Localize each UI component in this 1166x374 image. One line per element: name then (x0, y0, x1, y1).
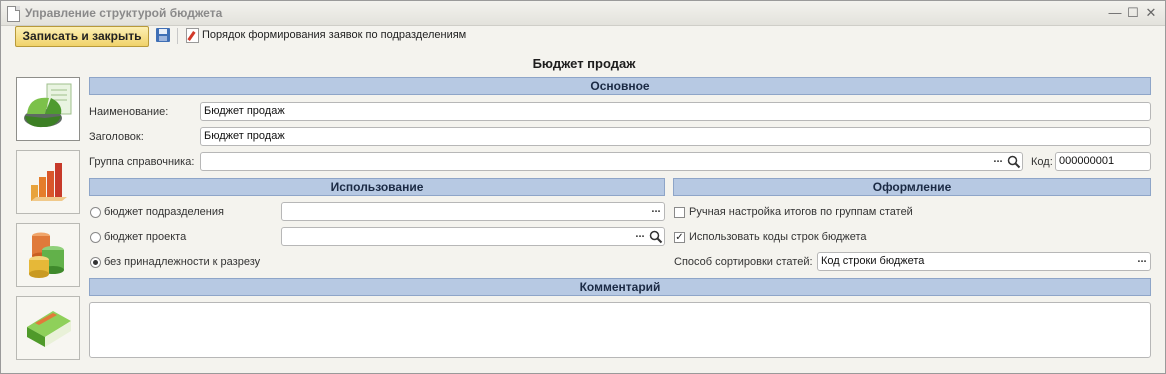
radio-project-budget[interactable] (90, 232, 101, 243)
sort-method-label: Способ сортировки статей: (674, 256, 813, 268)
bar-chart-icon (31, 163, 67, 201)
sort-method-value: Код строки бюджета (821, 255, 925, 267)
project-field[interactable]: ... (281, 227, 665, 246)
sort-method-select-button[interactable]: ... (1135, 254, 1149, 269)
toolbar-separator (177, 28, 178, 44)
title-bar: Управление структурой бюджета — ☐ ✕ (1, 1, 1165, 26)
radio-project-budget-label[interactable]: бюджет проекта (104, 231, 186, 243)
radio-no-dimension[interactable] (90, 257, 101, 268)
database-cylinders-icon (29, 232, 64, 278)
heading-field[interactable]: Бюджет продаж (200, 127, 1151, 146)
save-and-close-button[interactable]: Записать и закрыть (15, 26, 149, 47)
save-floppy-icon[interactable] (156, 28, 170, 42)
group-field[interactable]: ... (200, 152, 1023, 171)
group-select-button[interactable]: ... (991, 154, 1005, 169)
project-select-button[interactable]: ... (633, 229, 647, 244)
toolbar: Записать и закрыть Порядок формирования … (1, 25, 1165, 47)
minimize-button[interactable]: — (1107, 5, 1123, 21)
green-book-icon (27, 311, 71, 347)
close-button[interactable]: ✕ (1143, 5, 1159, 21)
window-title: Управление структурой бюджета (25, 6, 223, 20)
side-tab-comment[interactable] (16, 296, 80, 360)
budget-structure-window: Управление структурой бюджета — ☐ ✕ Запи… (0, 0, 1166, 374)
radio-department-budget[interactable] (90, 207, 101, 218)
group-label: Группа справочника: (89, 156, 195, 168)
request-order-link[interactable]: Порядок формирования заявок по подраздел… (202, 29, 466, 41)
sort-method-field[interactable]: Код строки бюджета ... (817, 252, 1151, 271)
code-label: Код: (1031, 156, 1053, 168)
form-title: Бюджет продаж (532, 56, 636, 71)
radio-department-budget-label[interactable]: бюджет подразделения (104, 206, 224, 218)
section-header-main: Основное (89, 77, 1151, 95)
edit-document-icon[interactable] (186, 28, 199, 43)
section-header-design: Оформление (673, 178, 1151, 196)
radio-no-dimension-label[interactable]: без принадлежности к разрезу (104, 256, 260, 268)
maximize-button[interactable]: ☐ (1125, 5, 1141, 21)
name-field[interactable]: Бюджет продаж (200, 102, 1151, 121)
department-select-button[interactable]: ... (649, 204, 663, 219)
document-icon (7, 6, 20, 22)
manual-totals-label[interactable]: Ручная настройка итогов по группам стате… (689, 206, 913, 218)
department-field[interactable]: ... (281, 202, 665, 221)
side-tab-data[interactable] (16, 223, 80, 287)
use-codes-label[interactable]: Использовать коды строк бюджета (689, 231, 867, 243)
manual-totals-checkbox[interactable] (674, 207, 685, 218)
section-header-usage: Использование (89, 178, 665, 196)
heading-label: Заголовок: (89, 131, 144, 143)
budget-pie-chart-icon (24, 83, 72, 128)
search-icon[interactable] (649, 230, 663, 244)
side-tab-charts[interactable] (16, 150, 80, 214)
code-field[interactable]: 000000001 (1055, 152, 1151, 171)
section-header-comment: Комментарий (89, 278, 1151, 296)
comment-textarea[interactable] (89, 302, 1151, 358)
use-codes-checkbox[interactable]: ✓ (674, 232, 685, 243)
side-tab-main[interactable] (16, 77, 80, 141)
search-icon[interactable] (1007, 155, 1021, 169)
name-label: Наименование: (89, 106, 169, 118)
